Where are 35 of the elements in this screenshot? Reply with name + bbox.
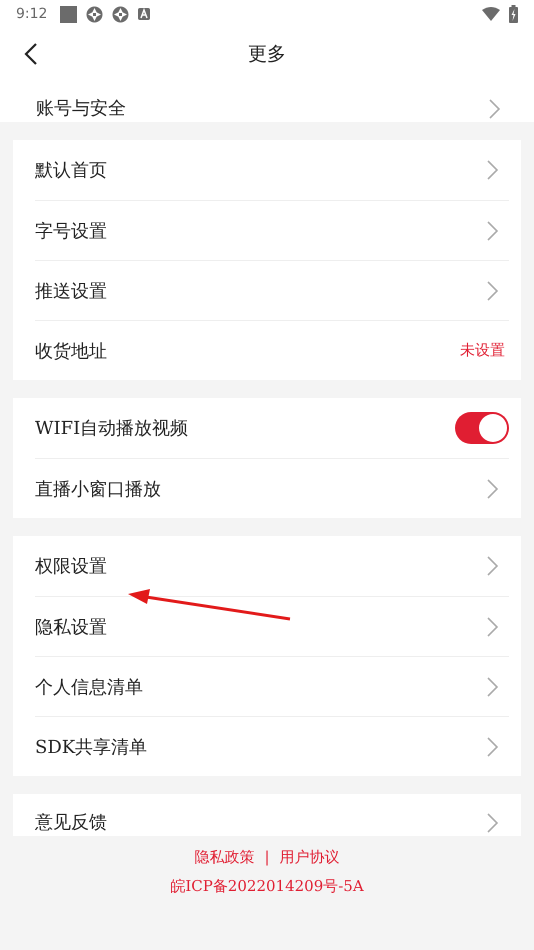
settings-row[interactable]: 个人信息清单 <box>35 656 509 716</box>
footer-link[interactable]: 隐私政策 <box>194 848 254 867</box>
settings-row[interactable]: 直播小窗口播放 <box>35 458 509 518</box>
back-icon[interactable] <box>24 43 38 65</box>
chevron-icon <box>488 98 501 120</box>
settings-row[interactable]: 默认首页 <box>35 140 509 200</box>
settings-row[interactable]: SDK共享清单 <box>35 716 509 776</box>
settings-row[interactable]: 收货地址 未设置 <box>35 320 509 380</box>
settings-row[interactable]: 权限设置 <box>35 536 509 596</box>
page-title: 更多 <box>248 42 286 67</box>
chevron-icon <box>486 555 499 577</box>
link-separator: | <box>264 848 270 867</box>
chevron-icon <box>486 812 499 834</box>
chevron-icon <box>486 159 499 181</box>
chevron-icon <box>486 676 499 698</box>
battery-icon <box>509 5 518 23</box>
text-icon <box>138 8 150 20</box>
settings-row[interactable]: 推送设置 <box>35 260 509 320</box>
chevron-icon <box>486 280 499 302</box>
chevron-icon <box>486 616 499 638</box>
chevron-icon <box>486 736 499 758</box>
status-time: 9:12 <box>16 6 48 22</box>
square-icon <box>60 6 78 22</box>
chevron-icon <box>486 478 499 500</box>
footer-link[interactable]: 用户协议 <box>280 848 340 867</box>
settings-row[interactable]: WIFI自动播放视频 <box>35 398 509 458</box>
aperture-icon <box>112 6 130 22</box>
icp-license-text[interactable]: 皖ICP备2022014209号-5A <box>170 877 364 896</box>
aperture-icon <box>86 6 104 22</box>
chevron-icon <box>486 220 499 242</box>
toggle-switch[interactable] <box>455 412 509 444</box>
settings-row[interactable]: 字号设置 <box>35 200 509 260</box>
settings-row[interactable]: 账号与安全 <box>36 80 511 122</box>
wifi-icon <box>482 7 500 21</box>
settings-row[interactable]: 意见反馈 <box>35 794 509 836</box>
